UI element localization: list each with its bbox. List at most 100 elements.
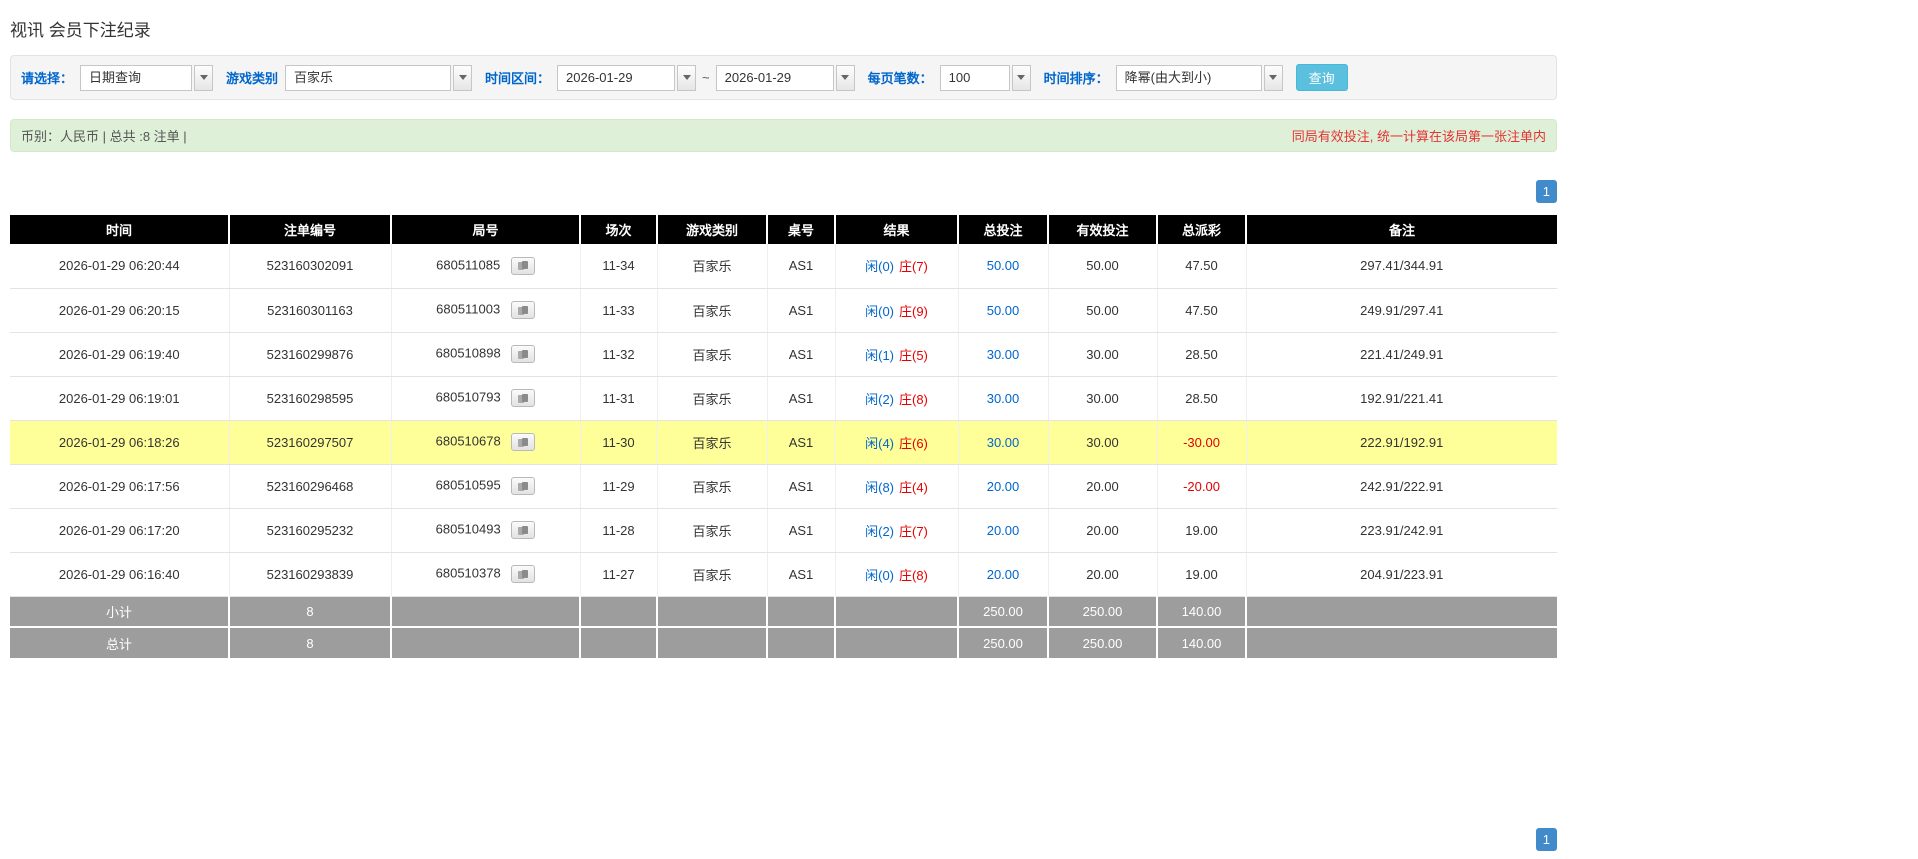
page-1-button[interactable]: 1 — [1535, 828, 1557, 851]
replay-icon[interactable] — [511, 477, 536, 495]
chevron-down-icon[interactable] — [194, 64, 214, 91]
result-cell: 闲(0) 庄(9) — [835, 288, 959, 333]
subtotal-payout: 140.00 — [1157, 596, 1247, 628]
bet-id-cell: 523160293839 — [229, 552, 392, 597]
game-cell: 百家乐 — [657, 376, 768, 421]
total-bet-cell: 30.00 — [958, 376, 1049, 421]
date-to-value[interactable]: 2026-01-29 — [715, 64, 834, 91]
replay-icon[interactable] — [511, 389, 536, 407]
col-header-game: 游戏类别 — [657, 215, 768, 244]
total-bet-link[interactable]: 50.00 — [987, 258, 1020, 273]
grand-total-bet: 250.00 — [958, 627, 1049, 658]
col-header-bet-id: 注单编号 — [229, 215, 392, 244]
session-cell: 11-29 — [580, 464, 658, 509]
query-type-value[interactable]: 日期查询 — [80, 64, 193, 91]
total-bet-cell: 50.00 — [958, 288, 1049, 333]
page-size-value[interactable]: 100 — [939, 64, 1010, 91]
total-bet-link[interactable]: 50.00 — [987, 303, 1020, 318]
payout-cell: 28.50 — [1157, 332, 1247, 377]
round-number: 680510898 — [435, 345, 501, 361]
table-row: 2026-01-29 06:19:01 523160298595 6805107… — [10, 376, 1557, 421]
table-no-cell: AS1 — [767, 552, 836, 597]
time-sort-value[interactable]: 降幂(由大到小) — [1115, 64, 1262, 91]
table-row: 2026-01-29 06:19:40 523160299876 6805108… — [10, 332, 1557, 377]
replay-icon[interactable] — [511, 433, 536, 451]
betting-records-table: 时间 注单编号 局号 场次 游戏类别 桌号 结果 总投注 有效投注 总派彩 备注… — [10, 215, 1557, 658]
game-category-select[interactable]: 百家乐 — [285, 64, 473, 91]
valid-bet-cell: 20.00 — [1048, 464, 1158, 509]
banker-result: 庄(6) — [899, 435, 928, 451]
replay-icon[interactable] — [511, 565, 536, 583]
game-cell: 百家乐 — [657, 244, 768, 289]
total-bet-link[interactable]: 20.00 — [987, 479, 1020, 494]
total-bet-link[interactable]: 30.00 — [987, 391, 1020, 406]
table-row: 2026-01-29 06:20:44 523160302091 6805110… — [10, 244, 1557, 289]
table-no-cell: AS1 — [767, 376, 836, 421]
table-no-cell: AS1 — [767, 508, 836, 553]
banker-result: 庄(4) — [899, 479, 928, 495]
summary-bar: 币别：人民币 | 总共 :8 注单 | 同局有效投注, 统一计算在该局第一张注单… — [10, 119, 1557, 152]
replay-icon[interactable] — [510, 256, 535, 275]
chevron-down-icon[interactable] — [677, 64, 697, 91]
empty-cell — [657, 627, 768, 658]
bet-id-cell: 523160302091 — [229, 244, 392, 289]
query-type-select[interactable]: 日期查询 — [80, 64, 214, 91]
subtotal-count: 8 — [229, 596, 392, 628]
result-cell: 闲(0) 庄(8) — [835, 552, 959, 597]
valid-bet-cell: 50.00 — [1048, 244, 1158, 289]
replay-icon[interactable] — [511, 345, 536, 363]
page-size-select[interactable]: 100 — [939, 64, 1031, 91]
total-bet-cell: 30.00 — [958, 332, 1049, 377]
pagination-top: 1 — [10, 180, 1557, 203]
table-no-cell: AS1 — [767, 420, 836, 465]
date-from-select[interactable]: 2026-01-29 — [557, 64, 697, 91]
result-cell: 闲(0) 庄(7) — [835, 244, 959, 289]
player-result: 闲(1) — [865, 347, 894, 363]
round-number: 680510595 — [435, 477, 501, 493]
player-result: 闲(2) — [865, 391, 894, 407]
session-cell: 11-34 — [580, 244, 658, 289]
grand-total-count: 8 — [229, 627, 392, 658]
chevron-down-icon[interactable] — [1263, 64, 1283, 91]
total-bet-link[interactable]: 20.00 — [987, 567, 1020, 582]
empty-cell — [767, 596, 836, 628]
round-cell: 680510793 — [391, 376, 581, 421]
time-cell: 2026-01-29 06:19:40 — [10, 332, 230, 377]
time-cell: 2026-01-29 06:17:20 — [10, 508, 230, 553]
chevron-down-icon[interactable] — [453, 64, 473, 91]
empty-cell — [657, 596, 768, 628]
payout-cell: -20.00 — [1157, 464, 1247, 509]
col-header-payout: 总派彩 — [1157, 215, 1247, 244]
round-cell: 680510378 — [391, 552, 581, 597]
valid-bet-cell: 30.00 — [1048, 420, 1158, 465]
date-from-value[interactable]: 2026-01-29 — [557, 64, 676, 91]
page-1-button[interactable]: 1 — [1535, 180, 1557, 203]
bet-id-cell: 523160299876 — [229, 332, 392, 377]
total-bet-link[interactable]: 30.00 — [987, 347, 1020, 362]
table-row: 2026-01-29 06:17:56 523160296468 6805105… — [10, 464, 1557, 509]
total-bet-link[interactable]: 20.00 — [987, 523, 1020, 538]
chevron-down-icon[interactable] — [1011, 64, 1031, 91]
empty-cell — [580, 596, 658, 628]
valid-bet-cell: 20.00 — [1048, 508, 1158, 553]
chevron-down-icon[interactable] — [835, 64, 855, 91]
subtotal-total-bet: 250.00 — [958, 596, 1049, 628]
banker-result: 庄(8) — [899, 567, 928, 583]
banker-result: 庄(9) — [899, 303, 928, 319]
time-sort-select[interactable]: 降幂(由大到小) — [1115, 64, 1283, 91]
game-cell: 百家乐 — [657, 508, 768, 553]
game-category-value[interactable]: 百家乐 — [285, 64, 452, 91]
query-button[interactable]: 查询 — [1295, 64, 1348, 91]
total-bet-cell: 30.00 — [958, 420, 1049, 465]
page-title: 视讯 会员下注纪录 — [10, 21, 151, 40]
payout-cell: 19.00 — [1157, 552, 1247, 597]
total-bet-link[interactable]: 30.00 — [987, 435, 1020, 450]
session-cell: 11-28 — [580, 508, 658, 553]
replay-icon[interactable] — [510, 301, 535, 319]
remark-cell: 221.41/249.91 — [1246, 332, 1557, 377]
total-bet-cell: 20.00 — [958, 464, 1049, 509]
replay-icon[interactable] — [511, 521, 536, 539]
date-to-select[interactable]: 2026-01-29 — [715, 64, 855, 91]
result-cell: 闲(4) 庄(6) — [835, 420, 959, 465]
time-sort-group: 时间排序： 降幂(由大到小) — [1044, 64, 1283, 91]
